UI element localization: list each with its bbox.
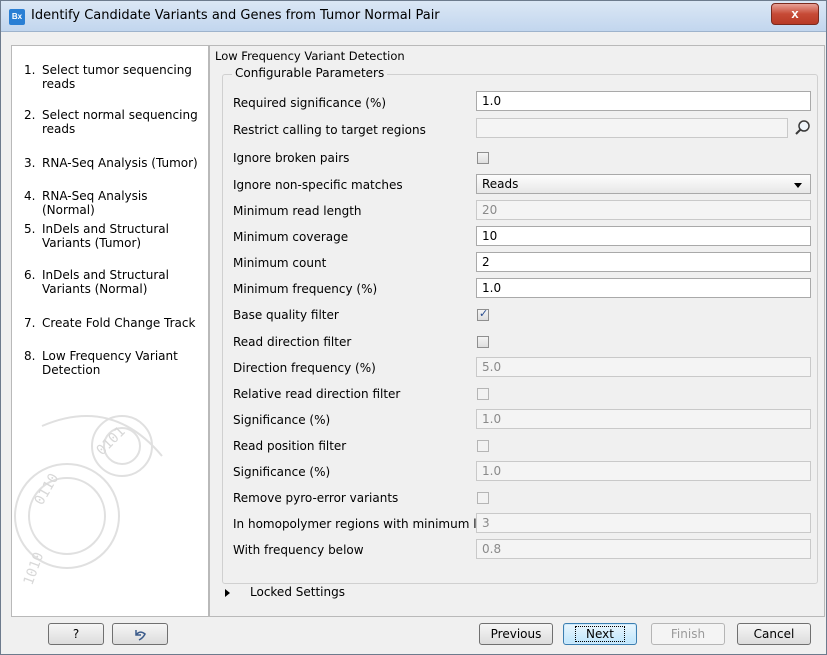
svg-text:0110: 0110: [32, 471, 63, 508]
dialog-window: Bx Identify Candidate Variants and Genes…: [0, 0, 827, 655]
locked-settings-toggle[interactable]: Locked Settings: [225, 585, 345, 599]
min-coverage-label: Minimum coverage: [233, 230, 349, 244]
significance-2-label: Significance (%): [233, 465, 331, 479]
next-button[interactable]: Next: [563, 623, 637, 645]
min-count-field[interactable]: 2: [476, 252, 811, 272]
direction-frequency-label: Direction frequency (%): [233, 361, 376, 375]
watermark-decoration: 0110 0101 1010: [14, 415, 163, 587]
min-frequency-label: Minimum frequency (%): [233, 282, 378, 296]
next-button-label: Next: [575, 626, 625, 642]
significance-2-field[interactable]: 1.0: [476, 461, 811, 481]
remove-pyro-label: Remove pyro-error variants: [233, 491, 399, 505]
required-significance-label: Required significance (%): [233, 96, 387, 110]
browse-icon[interactable]: [793, 118, 813, 138]
base-quality-filter-checkbox[interactable]: [477, 307, 489, 321]
locked-settings-label: Locked Settings: [250, 585, 345, 599]
relative-read-direction-filter-label: Relative read direction filter: [233, 387, 401, 401]
window-title: Identify Candidate Variants and Genes fr…: [31, 8, 440, 23]
cancel-button[interactable]: Cancel: [737, 623, 811, 645]
app-icon: Bx: [9, 9, 25, 25]
expand-triangle-icon: [225, 588, 230, 597]
significance-1-field[interactable]: 1.0: [476, 409, 811, 429]
ignore-broken-pairs-label: Ignore broken pairs: [233, 151, 350, 165]
main-panel: Low Frequency Variant Detection Configur…: [209, 45, 825, 617]
reset-button[interactable]: [112, 623, 168, 645]
ignore-nonspecific-select[interactable]: Reads: [476, 174, 811, 194]
read-direction-filter-label: Read direction filter: [233, 335, 352, 349]
restrict-calling-label: Restrict calling to target regions: [233, 123, 426, 137]
base-quality-filter-label: Base quality filter: [233, 308, 339, 322]
ignore-broken-pairs-checkbox[interactable]: [477, 152, 489, 164]
finish-button[interactable]: Finish: [651, 623, 725, 645]
min-read-length-label: Minimum read length: [233, 204, 362, 218]
help-button[interactable]: ?: [48, 623, 104, 645]
chevron-down-icon: [794, 183, 802, 188]
ignore-nonspecific-value: Reads: [482, 177, 519, 191]
wizard-steps-panel: 1. Select tumor sequencing reads 2. Select…: [11, 45, 209, 617]
homopolymer-min-length-label: In homopolymer regions with minimum leng…: [233, 517, 512, 531]
read-direction-filter-checkbox[interactable]: [477, 336, 489, 348]
svg-text:1010: 1010: [21, 550, 48, 587]
min-coverage-field[interactable]: 10: [476, 226, 811, 246]
relative-read-direction-filter-checkbox[interactable]: [477, 388, 489, 400]
min-count-label: Minimum count: [233, 256, 327, 270]
read-position-filter-checkbox[interactable]: [477, 440, 489, 452]
reset-icon: [135, 629, 146, 641]
previous-button[interactable]: Previous: [479, 623, 553, 645]
close-button[interactable]: x: [771, 3, 819, 25]
min-frequency-field[interactable]: 1.0: [476, 278, 811, 298]
with-frequency-below-field[interactable]: 0.8: [476, 539, 811, 559]
homopolymer-min-length-field[interactable]: 3: [476, 513, 811, 533]
restrict-calling-field[interactable]: [476, 118, 788, 138]
remove-pyro-checkbox[interactable]: [477, 492, 489, 504]
section-title: Low Frequency Variant Detection: [215, 49, 405, 63]
direction-frequency-field[interactable]: 5.0: [476, 357, 811, 377]
with-frequency-below-label: With frequency below: [233, 543, 364, 557]
ignore-nonspecific-label: Ignore non-specific matches: [233, 178, 403, 192]
required-significance-field[interactable]: 1.0: [476, 91, 811, 111]
min-read-length-field[interactable]: 20: [476, 200, 811, 220]
title-bar: Bx Identify Candidate Variants and Genes…: [1, 1, 826, 32]
group-title: Configurable Parameters: [232, 66, 388, 80]
significance-1-label: Significance (%): [233, 413, 331, 427]
read-position-filter-label: Read position filter: [233, 439, 347, 453]
